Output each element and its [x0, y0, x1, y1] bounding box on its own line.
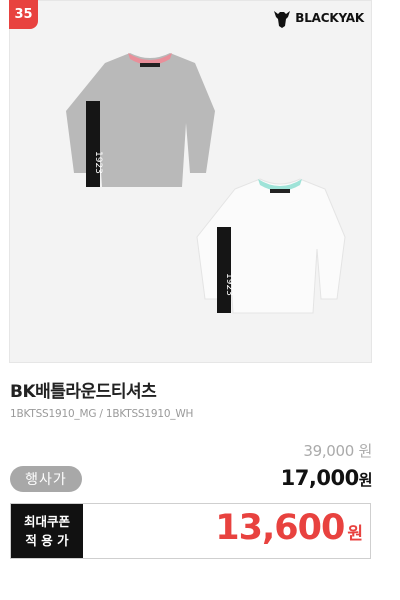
coupon-price-value: 13,600	[215, 508, 345, 548]
yak-head-icon	[274, 11, 291, 28]
coupon-price-box: 최대쿠폰 적 용 가 13,600 원	[10, 503, 371, 559]
rank-badge: 35	[9, 0, 38, 29]
grey-shirt-image: 1923	[66, 53, 215, 187]
coupon-label-line1: 최대쿠폰	[23, 514, 70, 529]
product-title[interactable]: BK배틀라운드티셔츠	[10, 377, 157, 402]
coupon-label-line2: 적 용 가	[25, 533, 69, 548]
sale-price: 17,000원	[280, 466, 373, 490]
coupon-label: 최대쿠폰 적 용 가	[11, 504, 83, 558]
product-photo: 1923 1923	[66, 53, 346, 314]
svg-text:1923: 1923	[224, 273, 234, 296]
original-price: 39,000 원	[303, 442, 372, 460]
sale-price-unit: 원	[358, 471, 373, 489]
brand-logo: BLACKYAK	[273, 8, 364, 28]
product-image[interactable]: 1923 1923	[9, 0, 372, 363]
event-price-badge: 행사가	[10, 466, 82, 492]
product-codes: 1BKTSS1910_MG / 1BKTSS1910_WH	[10, 408, 194, 420]
coupon-price-unit: 원	[347, 524, 363, 544]
svg-text:1923: 1923	[93, 151, 103, 174]
sale-price-value: 17,000	[280, 466, 360, 490]
brand-name: BLACKYAK	[295, 11, 364, 25]
product-card[interactable]: 1923 1923 35 BLACKYAK BK배틀라운드티셔츠 1BKTSS1…	[0, 0, 400, 600]
white-shirt-image: 1923	[196, 178, 346, 314]
coupon-price: 13,600 원	[215, 508, 363, 548]
